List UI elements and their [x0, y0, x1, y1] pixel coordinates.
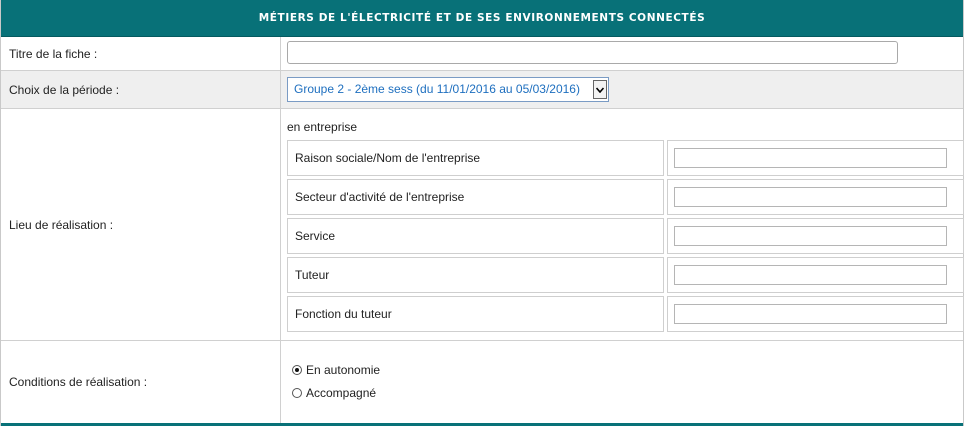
entreprise-table: Raison sociale/Nom de l'entreprise Secte… — [287, 140, 964, 335]
lieu-label: Lieu de réalisation : — [1, 109, 281, 340]
row-periode: Choix de la période : Groupe 2 - 2ème se… — [1, 71, 963, 109]
radio-option-accompagne[interactable]: Accompagné — [292, 386, 376, 400]
table-row: Fonction du tuteur — [287, 296, 964, 332]
periode-select[interactable]: Groupe 2 - 2ème sess (du 11/01/2016 au 0… — [287, 77, 609, 102]
tuteur-input[interactable] — [674, 265, 947, 285]
form-header: MÉTIERS DE L'ÉLECTRICITÉ ET DE SES ENVIR… — [1, 0, 963, 37]
secteur-activite-input[interactable] — [674, 187, 947, 207]
fonction-tuteur-input[interactable] — [674, 304, 947, 324]
raison-sociale-cell — [667, 140, 964, 176]
service-cell — [667, 218, 964, 254]
tuteur-cell — [667, 257, 964, 293]
conditions-cell: En autonomie Accompagné — [282, 341, 963, 423]
conditions-label: Conditions de réalisation : — [1, 341, 281, 423]
radio-option-autonomie[interactable]: En autonomie — [292, 363, 380, 377]
periode-selected-value: Groupe 2 - 2ème sess (du 11/01/2016 au 0… — [294, 82, 580, 96]
service-label: Service — [287, 218, 664, 254]
chevron-down-icon[interactable] — [593, 80, 607, 99]
radio-accompagne[interactable] — [292, 388, 302, 398]
raison-sociale-label: Raison sociale/Nom de l'entreprise — [287, 140, 664, 176]
row-conditions: Conditions de réalisation : En autonomie… — [1, 341, 963, 423]
titre-input[interactable] — [287, 41, 898, 64]
titre-cell — [282, 37, 963, 70]
titre-label: Titre de la fiche : — [1, 37, 281, 70]
fonction-tuteur-label: Fonction du tuteur — [287, 296, 664, 332]
row-titre: Titre de la fiche : — [1, 37, 963, 71]
raison-sociale-input[interactable] — [674, 148, 947, 168]
tuteur-label: Tuteur — [287, 257, 664, 293]
radio-autonomie-label: En autonomie — [306, 363, 381, 377]
secteur-activite-label: Secteur d'activité de l'entreprise — [287, 179, 664, 215]
form-panel: MÉTIERS DE L'ÉLECTRICITÉ ET DE SES ENVIR… — [0, 0, 964, 426]
radio-accompagne-label: Accompagné — [306, 386, 377, 400]
periode-label: Choix de la période : — [1, 71, 281, 108]
periode-cell: Groupe 2 - 2ème sess (du 11/01/2016 au 0… — [282, 71, 963, 108]
secteur-activite-cell — [667, 179, 964, 215]
lieu-cell: en entreprise Raison sociale/Nom de l'en… — [282, 109, 964, 340]
service-input[interactable] — [674, 226, 947, 246]
table-row: Raison sociale/Nom de l'entreprise — [287, 140, 964, 176]
radio-autonomie[interactable] — [292, 365, 302, 375]
row-lieu: Lieu de réalisation : en entreprise Rais… — [1, 109, 964, 341]
lieu-type-text: en entreprise — [287, 120, 358, 134]
fonction-tuteur-cell — [667, 296, 964, 332]
table-row: Secteur d'activité de l'entreprise — [287, 179, 964, 215]
table-row: Service — [287, 218, 964, 254]
table-row: Tuteur — [287, 257, 964, 293]
